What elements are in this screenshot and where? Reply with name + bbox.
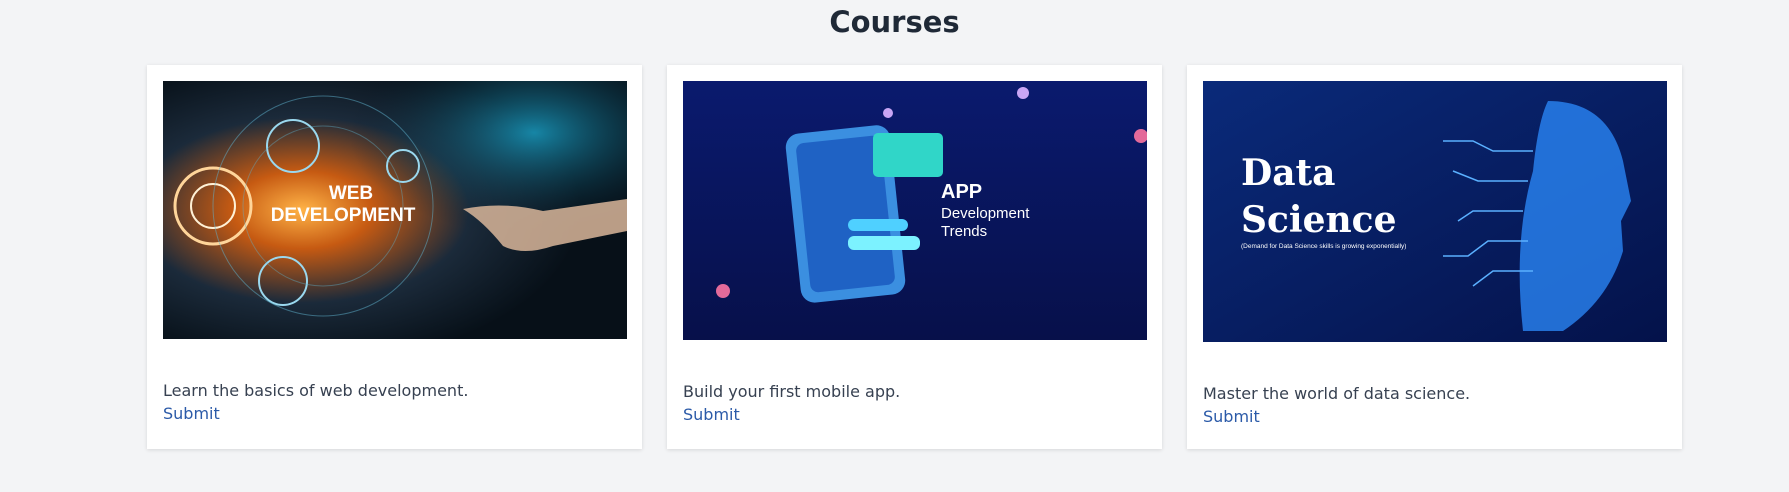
submit-link[interactable]: Submit [1203,407,1260,426]
data-science-image-line1: Data [1241,152,1336,194]
submit-link[interactable]: Submit [683,405,740,424]
app-image-line1: Development [941,205,1030,222]
page-title: Courses [829,5,960,39]
data-science-image-line2: Science [1241,199,1397,241]
app-image-line2: Trends [941,223,987,240]
course-card-data-science: Data Science (Demand for Data Science sk… [1187,65,1682,449]
data-science-image: Data Science (Demand for Data Science sk… [1203,81,1667,342]
web-development-image: WEB DEVELOPMENT [163,81,627,339]
web-image-heading-line1: WEB [329,183,373,204]
web-image-heading-line2: DEVELOPMENT [271,205,416,226]
app-image-heading: APP [941,181,982,203]
data-science-image-caption: (Demand for Data Science skills is growi… [1241,243,1406,250]
course-card-web-development: WEB DEVELOPMENT Learn the basics of web … [147,65,642,449]
course-description: Master the world of data science. [1203,384,1471,403]
course-description: Build your first mobile app. [683,382,901,401]
submit-link[interactable]: Submit [163,404,220,423]
course-card-app-development: APP Development Trends Build your first … [667,65,1162,449]
course-description: Learn the basics of web development. [163,381,469,400]
app-development-image: APP Development Trends [683,81,1147,340]
